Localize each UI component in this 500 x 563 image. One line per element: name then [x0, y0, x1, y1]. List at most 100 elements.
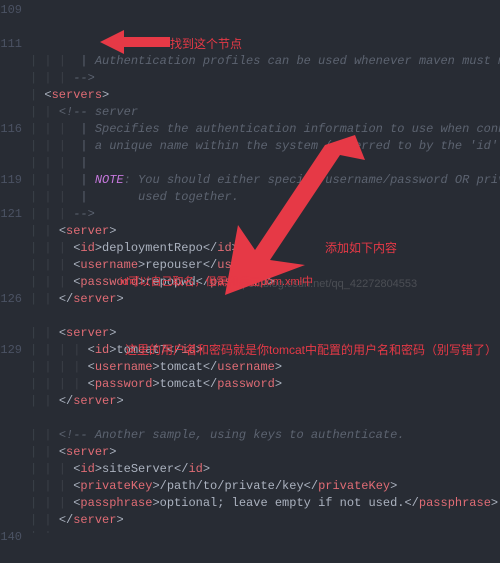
token: | Authentication profiles can be used wh…: [73, 54, 500, 68]
token: >: [95, 462, 102, 476]
line-number: 121: [0, 206, 22, 223]
token: </: [304, 479, 318, 493]
token: <!-- server: [59, 105, 138, 119]
token: </: [59, 394, 73, 408]
token: username: [95, 360, 153, 374]
line-number: 129: [0, 342, 22, 359]
code-line[interactable]: | | | | <password>tomcat</password>: [30, 376, 500, 393]
code-line[interactable]: | | | <id>deploymentRepo</id>: [30, 240, 500, 257]
token: >: [275, 258, 282, 272]
line-number: [0, 308, 22, 325]
code-line[interactable]: | | | <username>repouser</username>: [30, 257, 500, 274]
token: optional; leave empty if not used.: [160, 496, 405, 510]
token: | used together.: [73, 190, 239, 204]
code-line[interactable]: | | | |: [30, 155, 500, 172]
line-number: [0, 189, 22, 206]
line-number: [0, 223, 22, 240]
line-number: [0, 53, 22, 70]
code-area[interactable]: | | | | Authentication profiles can be u…: [30, 0, 500, 533]
token: : You should either specify username/pas…: [124, 173, 500, 187]
token: <: [88, 343, 95, 357]
annotation-find-node: 找到这个节点: [170, 36, 242, 53]
code-line[interactable]: | | | | Specifies the authentication inf…: [30, 121, 500, 138]
token: >: [491, 496, 498, 510]
token: >: [116, 513, 123, 527]
token: server: [66, 326, 109, 340]
code-line[interactable]: | | | | <username>tomcat</username>: [30, 359, 500, 376]
token: >: [275, 377, 282, 391]
token: </: [203, 258, 217, 272]
token: privateKey: [318, 479, 390, 493]
token: <: [59, 326, 66, 340]
token: <!-- Another sample, using keys to authe…: [59, 428, 405, 442]
token: | Specifies the authentication informati…: [73, 122, 500, 136]
token: >: [152, 360, 159, 374]
token: id: [217, 241, 231, 255]
token: <: [88, 360, 95, 374]
code-line[interactable]: | | </server>: [30, 512, 500, 529]
code-line[interactable]: | | | <privateKey>/path/to/private/key</…: [30, 478, 500, 495]
line-number: [0, 478, 22, 495]
token: id: [188, 462, 202, 476]
token: <: [59, 224, 66, 238]
token: username: [217, 258, 275, 272]
line-number: [0, 155, 22, 172]
token: >: [390, 479, 397, 493]
line-number: [0, 546, 22, 563]
code-line[interactable]: | | </server>: [30, 291, 500, 308]
line-number: [0, 104, 22, 121]
code-line[interactable]: | | <!-- Another sample, using keys to a…: [30, 427, 500, 444]
token: password: [95, 377, 153, 391]
line-number: [0, 274, 22, 291]
code-editor: 109111116119121126129140 | | | | Authent…: [0, 0, 500, 533]
code-line[interactable]: | | | | NOTE: You should either specify …: [30, 172, 500, 189]
code-line[interactable]: | | | | used together.: [30, 189, 500, 206]
line-number: [0, 19, 22, 36]
code-line[interactable]: | | | | a unique name within the system …: [30, 138, 500, 155]
code-line[interactable]: | | | -->: [30, 206, 500, 223]
token: repouser: [145, 258, 203, 272]
token: server: [73, 513, 116, 527]
line-number: 109: [0, 2, 22, 19]
code-line[interactable]: | | <!-- server: [30, 104, 500, 121]
token: >: [109, 445, 116, 459]
token: >: [232, 241, 239, 255]
code-line[interactable]: [30, 410, 500, 427]
code-line[interactable]: | | -->: [30, 529, 500, 533]
line-number: [0, 376, 22, 393]
code-line[interactable]: | | | | Authentication profiles can be u…: [30, 53, 500, 70]
token: >: [152, 479, 159, 493]
code-line[interactable]: | | | -->: [30, 70, 500, 87]
code-line[interactable]: | | | <passphrase>optional; leave empty …: [30, 495, 500, 512]
token: server: [66, 445, 109, 459]
annotation-id-hint: id可以自己取名，但需和后面pom.xml中: [120, 274, 313, 291]
token: </: [59, 513, 73, 527]
line-number: [0, 393, 22, 410]
code-line[interactable]: | | | <id>siteServer</id>: [30, 461, 500, 478]
token: </: [203, 377, 217, 391]
token: >: [152, 377, 159, 391]
line-number: [0, 87, 22, 104]
line-number: 126: [0, 291, 22, 308]
token: server: [73, 394, 116, 408]
token: siteServer: [102, 462, 174, 476]
token: tomcat: [160, 377, 203, 391]
line-number: [0, 495, 22, 512]
token: -->: [73, 71, 95, 85]
token: server: [66, 224, 109, 238]
code-line[interactable]: | | <server>: [30, 444, 500, 461]
token: </: [59, 292, 73, 306]
token: </: [203, 241, 217, 255]
line-number: 140: [0, 529, 22, 546]
token: >: [109, 224, 116, 238]
line-number: [0, 359, 22, 376]
code-line[interactable]: | | </server>: [30, 393, 500, 410]
line-number: [0, 257, 22, 274]
code-line[interactable]: | | <server>: [30, 223, 500, 240]
code-line[interactable]: | | <server>: [30, 325, 500, 342]
code-line[interactable]: [30, 308, 500, 325]
code-line[interactable]: | <servers>: [30, 87, 500, 104]
token: tomcat: [160, 360, 203, 374]
token: >: [102, 88, 109, 102]
token: privateKey: [80, 479, 152, 493]
